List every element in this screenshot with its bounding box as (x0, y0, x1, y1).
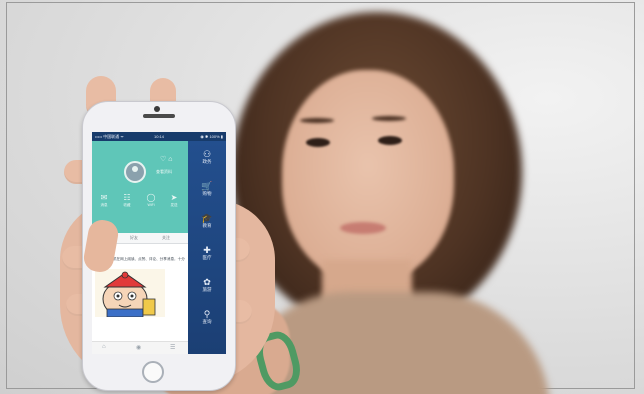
header-icons[interactable]: ♡ ⌂ (160, 155, 172, 163)
medical-cross-icon: ✚ (203, 245, 211, 255)
shortcut-messages[interactable]: ✉ 消息 (94, 193, 114, 208)
shopping-cart-icon: 🛒 (201, 181, 213, 191)
photo: ••••• 中国联通 ᯤ 10:14 ◉ ✱ 100% ▮ ♡ ⌂ 查看资料 ✉… (0, 0, 644, 394)
woman-right-eye (378, 136, 402, 145)
drawer-label: 购物 (202, 191, 212, 196)
service-drawer: ⚇ 政务 🛒 购物 🎓 教育 ✚ 医疗 ✿ 旅游 ⚲ 查询 (188, 141, 226, 354)
woman-right-brow (372, 116, 406, 121)
drawer-label: 政务 (202, 159, 212, 164)
shortcut-wifi[interactable]: ◯ WiFi (141, 193, 161, 208)
carrier-text: ••••• 中国联通 ᯤ (95, 134, 124, 139)
drawer-item-shopping[interactable]: 🛒 购物 (192, 181, 222, 197)
graduation-cap-icon: 🎓 (201, 213, 213, 223)
woman-face (282, 70, 454, 282)
message-icon: ✉ (100, 193, 108, 202)
bottom-nav-bar: ⌂ ◉ ☰ (92, 341, 188, 354)
battery-text: ◉ ✱ 100% ▮ (200, 134, 223, 139)
view-profile-link[interactable]: 查看资料 (156, 169, 172, 175)
drawer-item-query[interactable]: ⚲ 查询 (192, 309, 222, 325)
menu-icon[interactable]: ☰ (170, 344, 175, 351)
drawer-item-travel[interactable]: ✿ 旅游 (192, 277, 222, 293)
profile-header: ♡ ⌂ 查看资料 ✉ 消息 ☷ 收藏 ◯ WiFi ➤ 发送 (92, 141, 188, 233)
wifi-icon: ◯ (146, 193, 156, 202)
drawer-item-government[interactable]: ⚇ 政务 (192, 149, 222, 165)
tab-friends[interactable]: 好友 (130, 233, 138, 243)
drawer-label: 旅游 (202, 287, 212, 292)
home-icon[interactable]: ⌂ (102, 344, 106, 350)
drawer-label: 医疗 (202, 255, 212, 260)
drawer-label: 教育 (202, 223, 212, 228)
send-icon: ➤ (170, 193, 178, 202)
drawer-item-medical[interactable]: ✚ 医疗 (192, 245, 222, 261)
drawer-item-education[interactable]: 🎓 教育 (192, 213, 222, 229)
post-cartoon-image[interactable] (95, 269, 165, 317)
home-button[interactable] (142, 361, 164, 383)
woman-left-brow (300, 118, 334, 123)
favorites-icon: ☷ (123, 193, 131, 202)
government-icon: ⚇ (202, 149, 212, 159)
woman-left-eye (306, 138, 330, 147)
shortcut-label: 收藏 (123, 203, 131, 207)
earpiece-speaker (143, 114, 175, 118)
avatar[interactable] (124, 161, 146, 183)
status-time: 10:14 (154, 134, 165, 139)
shortcut-label: 消息 (100, 203, 108, 207)
travel-flower-icon: ✿ (203, 277, 211, 287)
shortcut-favorites[interactable]: ☷ 收藏 (117, 193, 137, 208)
camera-icon[interactable]: ◉ (136, 344, 141, 351)
shortcut-label: WiFi (147, 203, 155, 207)
search-icon: ⚲ (203, 309, 211, 319)
woman-lips (340, 222, 386, 234)
status-bar: ••••• 中国联通 ᯤ 10:14 ◉ ✱ 100% ▮ (92, 132, 226, 141)
tab-following[interactable]: 关注 (162, 233, 170, 243)
shortcut-row: ✉ 消息 ☷ 收藏 ◯ WiFi ➤ 发送 (92, 193, 188, 213)
shortcut-label: 发送 (170, 203, 178, 207)
shortcut-send[interactable]: ➤ 发送 (164, 193, 184, 208)
front-camera (154, 106, 160, 112)
drawer-label: 查询 (202, 319, 212, 324)
cartoon-character-illustration (102, 271, 156, 317)
